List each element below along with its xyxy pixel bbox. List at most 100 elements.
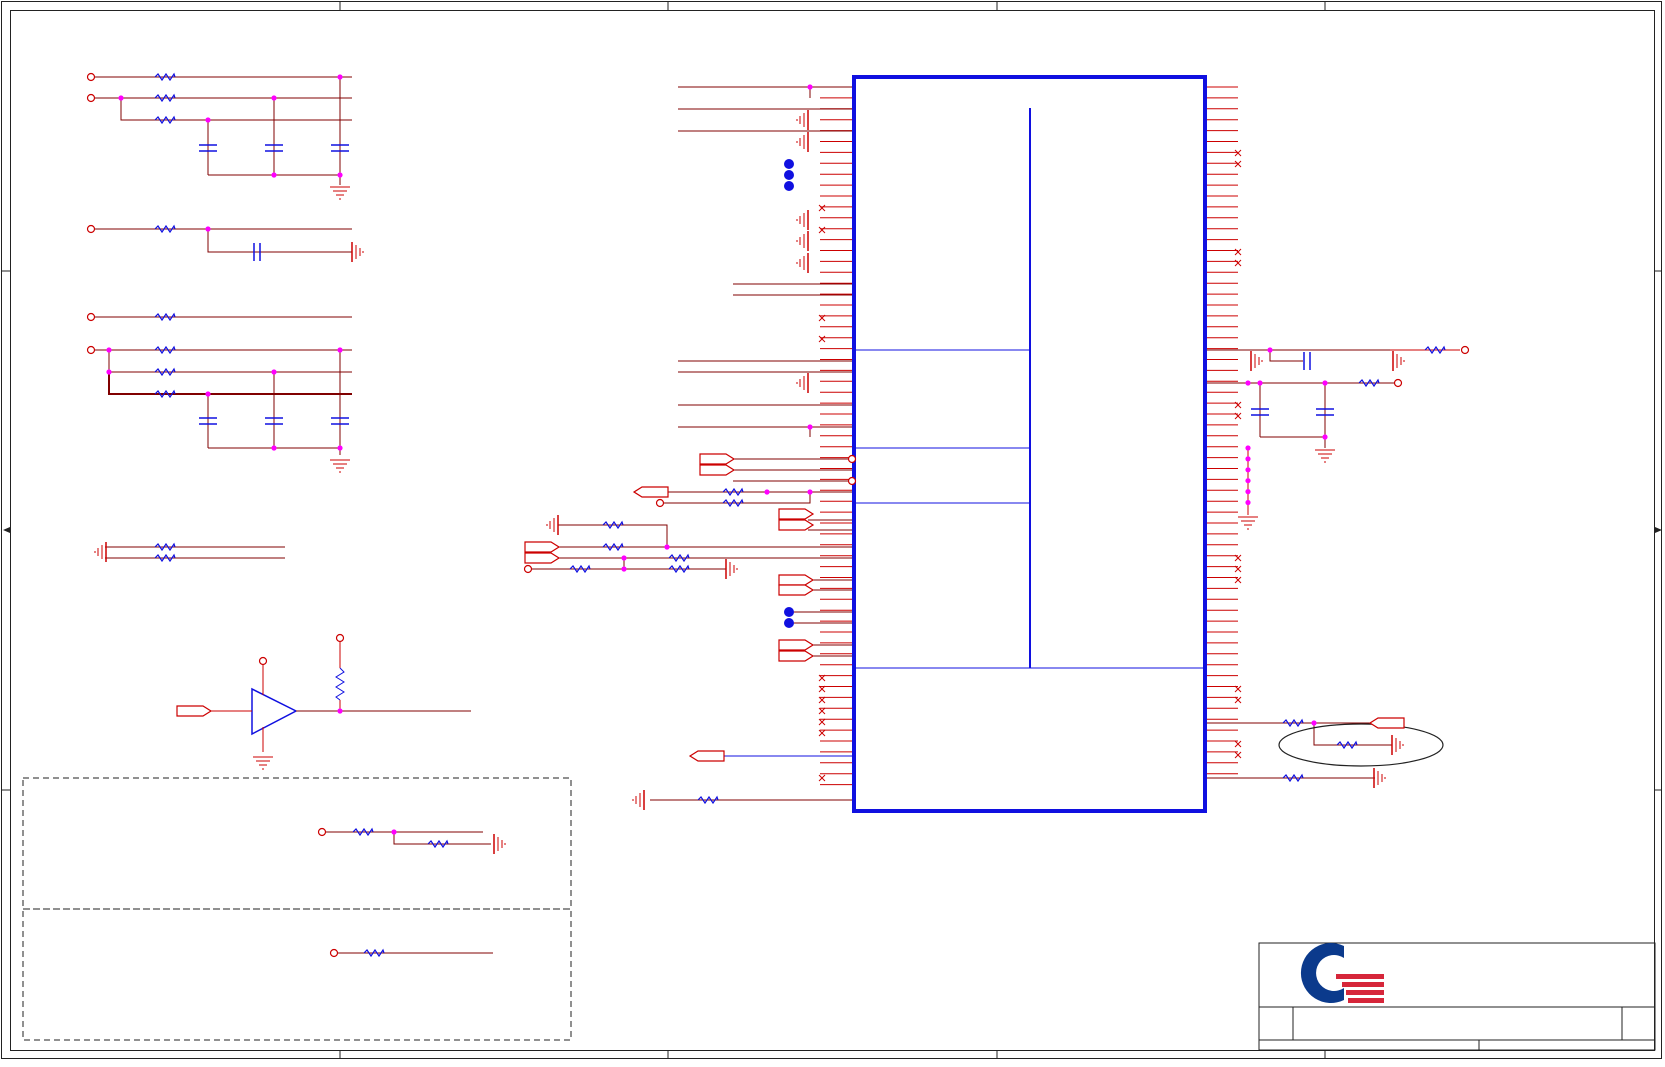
- ground-icon: [796, 231, 809, 251]
- junction-dot: [1257, 380, 1263, 386]
- junction-dot: [205, 117, 211, 123]
- no-connect-icon: [818, 729, 826, 737]
- option-port: [329, 948, 339, 958]
- junction-dot: [337, 347, 343, 353]
- no-connect-icon: [1234, 248, 1242, 256]
- junction-dot: [337, 74, 343, 80]
- no-connect-icon: [818, 774, 826, 782]
- ground-icon: [632, 790, 645, 810]
- junction-dot: [106, 369, 112, 375]
- capacitor: [1303, 352, 1311, 370]
- no-connect-icon: [1234, 751, 1242, 759]
- ground-icon: [253, 756, 273, 770]
- ground-icon: [351, 242, 364, 262]
- signal-connector-icon: [699, 464, 736, 476]
- signal-connector-icon: [688, 750, 725, 762]
- junction-dot: [807, 84, 813, 90]
- junction-dot: [807, 424, 813, 430]
- test-point: [784, 607, 794, 617]
- buffer-input-connector-icon: [176, 705, 213, 717]
- junction-dot: [621, 555, 627, 561]
- signal-connector-icon: [778, 508, 815, 520]
- ground-icon: [1373, 768, 1386, 788]
- junction-dot: [337, 445, 343, 451]
- ic-port: [847, 476, 857, 486]
- test-point: [784, 181, 794, 191]
- ground-icon: [1250, 351, 1263, 371]
- power-input-port: [86, 72, 96, 82]
- signal-connector-icon: [778, 519, 815, 531]
- junction-dot: [1267, 347, 1273, 353]
- signal-connector-icon: [778, 639, 815, 651]
- junction-dot: [764, 489, 770, 495]
- center-arrow-left: [3, 527, 10, 533]
- power-filter-network-2: [95, 316, 352, 455]
- ground-icon: [796, 210, 809, 230]
- junction-dot: [271, 172, 277, 178]
- junction-dot: [1245, 380, 1251, 386]
- power-input-port: [86, 345, 96, 355]
- company-logo: [1300, 943, 1384, 1003]
- signal-connector-icon: [524, 541, 561, 553]
- junction-dot: [205, 391, 211, 397]
- ground-icon: [1391, 735, 1404, 755]
- option-port: [317, 827, 327, 837]
- ground-icon: [330, 459, 350, 473]
- signal-connector-icon: [632, 486, 669, 498]
- buffer-circuit: [207, 640, 471, 752]
- ground-icon: [1392, 351, 1405, 371]
- vcc-port: [335, 633, 345, 643]
- ic-port: [847, 454, 857, 464]
- signal-connector-icon: [778, 584, 815, 596]
- test-point: [784, 170, 794, 180]
- power-input-port: [86, 93, 96, 103]
- junction-dot: [1245, 499, 1251, 506]
- junction-dot: [1311, 720, 1317, 726]
- junction-dot: [807, 489, 813, 495]
- junction-dot: [271, 369, 277, 375]
- junction-dot: [337, 172, 343, 178]
- signal-connector-icon: [699, 453, 736, 465]
- rc-filter-network: [95, 228, 352, 253]
- junction-dot: [1245, 467, 1251, 473]
- ground-icon: [546, 515, 559, 535]
- ground-icon: [1238, 516, 1258, 530]
- option-box-upper: [22, 777, 572, 910]
- junction-dot: [1245, 489, 1251, 495]
- power-filter-network-1: [95, 76, 352, 185]
- junction-dot: [271, 445, 277, 451]
- junction-dot: [118, 95, 124, 101]
- junction-dot: [1322, 380, 1328, 386]
- junction-dot: [621, 566, 627, 572]
- generated-symbols: [86, 72, 1470, 958]
- test-point: [784, 159, 794, 169]
- no-connect-icon: [818, 335, 826, 343]
- signal-port: [655, 498, 665, 508]
- signal-connector-icon: [524, 552, 561, 564]
- no-connect-icon: [818, 226, 826, 234]
- option-box-lower: [22, 908, 572, 1041]
- junction-dot: [391, 829, 397, 835]
- no-connect-icon: [1234, 740, 1242, 748]
- power-output-port: [1460, 345, 1470, 355]
- signal-connector-icon: [778, 574, 815, 586]
- schematic-sheet: [0, 0, 1665, 1063]
- no-connect-icon: [1234, 160, 1242, 168]
- ground-icon: [330, 186, 350, 200]
- ground-icon: [493, 834, 506, 854]
- ic-right-pins: [1207, 86, 1238, 775]
- no-connect-icon: [818, 707, 826, 715]
- signal-input-port: [86, 312, 96, 322]
- ground-icon: [796, 373, 809, 393]
- right-signal-wiring: [1207, 349, 1460, 779]
- junction-dot: [1245, 445, 1251, 451]
- signal-connector-icon: [1368, 717, 1405, 729]
- no-connect-icon: [1234, 149, 1242, 157]
- ground-icon: [1315, 449, 1335, 463]
- test-point: [784, 618, 794, 628]
- junction-dot: [664, 544, 670, 550]
- junction-dot: [271, 95, 277, 101]
- pulldown-resistor-pair: [105, 546, 285, 559]
- left-signal-wiring: [528, 86, 852, 801]
- signal-connector-icon: [778, 650, 815, 662]
